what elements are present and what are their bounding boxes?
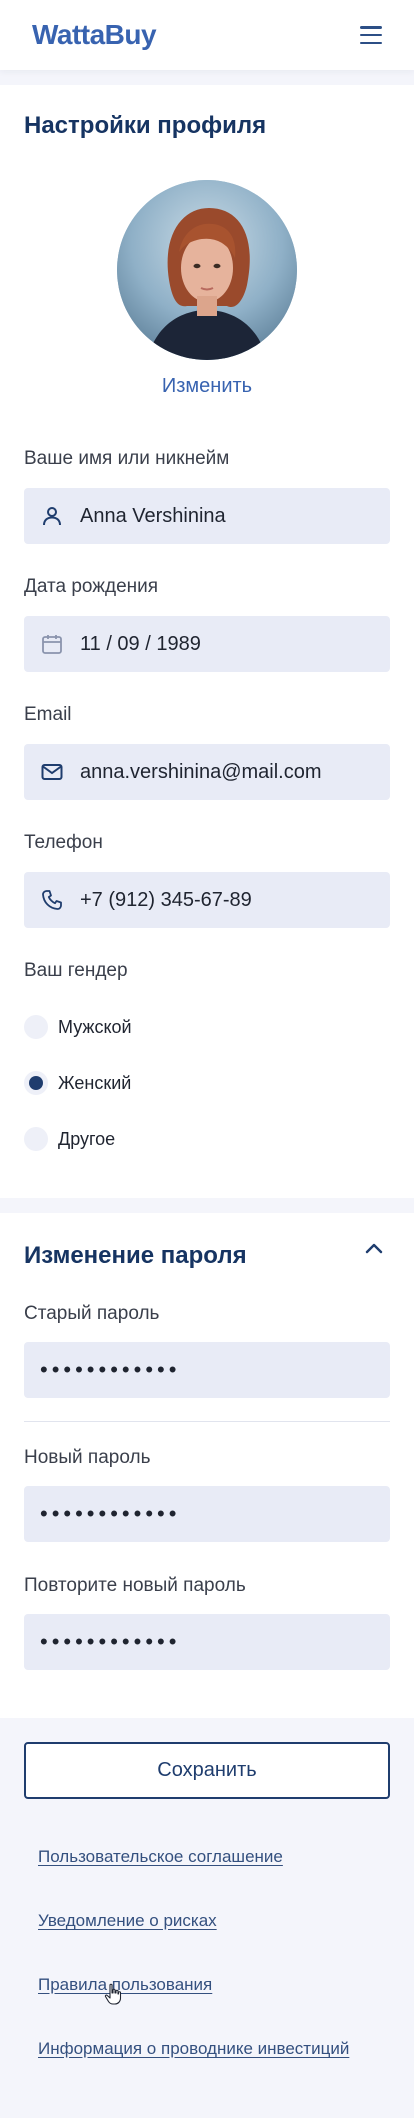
new-password-label: Новый пароль	[24, 1447, 151, 1468]
phone-input[interactable]	[80, 888, 370, 912]
birthdate-field[interactable]	[24, 616, 390, 672]
name-field[interactable]	[24, 488, 390, 544]
save-button[interactable]: Сохранить	[24, 1742, 390, 1799]
profile-settings-card: Настройки профиля Изменить Ваше имя или …	[0, 85, 414, 1198]
hand-cursor-icon	[104, 1983, 122, 2005]
user-icon	[43, 507, 61, 526]
phone-icon	[42, 890, 62, 910]
chevron-up-icon[interactable]	[364, 1241, 384, 1255]
investment-guide-info-link[interactable]: Информация о проводнике инвестиций	[38, 2039, 349, 2059]
radio-male[interactable]	[24, 1015, 48, 1039]
calendar-icon	[42, 635, 62, 654]
gender-option-label: Мужской	[58, 1016, 132, 1037]
repeat-password-field[interactable]: ••••••••••••	[24, 1614, 390, 1670]
name-label: Ваше имя или никнейм	[24, 448, 230, 469]
hamburger-menu-icon[interactable]	[360, 26, 382, 44]
change-password-title: Изменение пароля	[24, 1242, 247, 1269]
gender-option-label: Женский	[58, 1072, 132, 1093]
top-header: WattaBuy	[0, 0, 414, 70]
mail-icon	[41, 764, 63, 780]
profile-settings-title: Настройки профиля	[24, 112, 267, 139]
new-password-field[interactable]: ••••••••••••	[24, 1486, 390, 1542]
logo[interactable]: WattaBuy	[32, 19, 157, 51]
change-password-card: Изменение пароля Старый пароль •••••••••…	[0, 1213, 414, 1718]
gender-option-male[interactable]: Мужской	[24, 1013, 132, 1041]
birthdate-input[interactable]	[80, 632, 370, 656]
divider	[24, 1421, 390, 1422]
avatar-photo	[117, 180, 297, 360]
phone-label: Телефон	[24, 832, 103, 853]
old-password-input[interactable]: ••••••••••••	[40, 1359, 180, 1381]
radio-female[interactable]	[24, 1071, 48, 1095]
name-input[interactable]	[80, 504, 370, 528]
repeat-password-label: Повторите новый пароль	[24, 1575, 246, 1596]
email-field[interactable]	[24, 744, 390, 800]
gender-option-other[interactable]: Другое	[24, 1125, 115, 1153]
new-password-input[interactable]: ••••••••••••	[40, 1503, 180, 1525]
risk-notice-link[interactable]: Уведомление о рисках	[38, 1911, 217, 1931]
email-label: Email	[24, 704, 72, 725]
old-password-label: Старый пароль	[24, 1303, 160, 1324]
email-input[interactable]	[80, 760, 370, 784]
radio-other[interactable]	[24, 1127, 48, 1151]
change-photo-link[interactable]: Изменить	[0, 375, 414, 398]
avatar	[117, 180, 297, 360]
user-agreement-link[interactable]: Пользовательское соглашение	[38, 1847, 283, 1867]
gender-option-female[interactable]: Женский	[24, 1069, 131, 1097]
gender-option-label: Другое	[58, 1128, 116, 1149]
old-password-field[interactable]: ••••••••••••	[24, 1342, 390, 1398]
phone-field[interactable]	[24, 872, 390, 928]
repeat-password-input[interactable]: ••••••••••••	[40, 1631, 180, 1653]
terms-of-use-link[interactable]: Правила пользования	[38, 1975, 212, 1995]
gender-label: Ваш гендер	[24, 960, 128, 981]
birthdate-label: Дата рождения	[24, 576, 159, 597]
